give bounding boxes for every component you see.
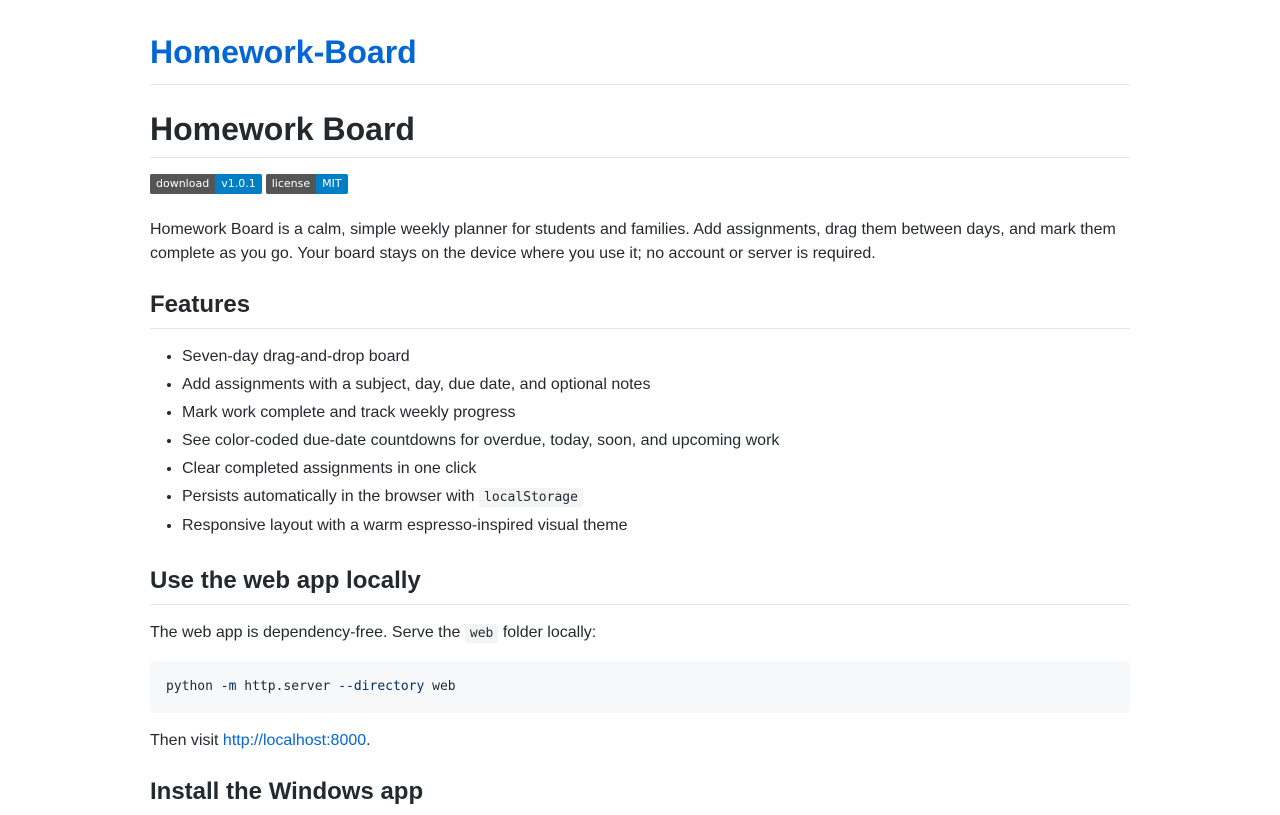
license-badge-label: license <box>265 174 317 194</box>
local-text-after: folder locally: <box>502 624 597 641</box>
command-flag-directory: --directory <box>338 679 425 694</box>
doc-title: Homework Board <box>150 109 1130 158</box>
license-badge[interactable]: license MIT <box>265 174 348 194</box>
localstorage-code: localStorage <box>479 488 583 507</box>
feature-item: Seven-day drag-and-drop board <box>182 345 1130 373</box>
visit-text-before: Then visit <box>150 732 219 749</box>
feature-item: Persists automatically in the browser wi… <box>182 485 1130 514</box>
install-heading: Install the Windows app <box>150 778 424 805</box>
site-title: Homework-Board <box>150 0 1130 85</box>
localhost-link[interactable]: http://localhost:8000 <box>223 732 366 749</box>
license-badge-value: MIT <box>316 174 348 194</box>
web-folder-code: web <box>464 624 499 643</box>
feature-item-text: Persists automatically in the browser wi… <box>182 488 475 505</box>
feature-item: Responsive layout with a warm espresso-i… <box>182 514 1130 542</box>
visit-paragraph: Then visit http://localhost:8000. <box>150 729 1130 753</box>
download-badge-label: download <box>150 174 216 194</box>
command-arg: web <box>432 679 456 694</box>
site-title-link[interactable]: Homework-Board <box>150 34 417 70</box>
feature-item: See color-coded due-date countdowns for … <box>182 429 1130 457</box>
command-code-block[interactable]: python -m http.server --directory web <box>150 661 1130 713</box>
command-flag-m: -m <box>220 679 237 694</box>
command-cmd: python <box>166 679 213 694</box>
features-heading: Features <box>150 290 1130 329</box>
intro-paragraph: Homework Board is a calm, simple weekly … <box>150 221 1116 262</box>
feature-item: Clear completed assignments in one click <box>182 457 1130 485</box>
download-badge-value: v1.0.1 <box>215 174 262 194</box>
local-paragraph: The web app is dependency-free. Serve th… <box>150 621 1130 645</box>
feature-item: Mark work complete and track weekly prog… <box>182 401 1130 429</box>
download-badge[interactable]: download v1.0.1 <box>150 174 262 194</box>
visit-text-after: . <box>366 732 371 749</box>
features-list: Seven-day drag-and-drop board Add assign… <box>150 345 1130 542</box>
command-module: http.server <box>244 679 331 694</box>
badges: download v1.0.1 license MIT <box>150 174 1130 194</box>
local-text-before: The web app is dependency-free. Serve th… <box>150 624 461 641</box>
page: Homework-Board Homework Board download v… <box>150 0 1130 815</box>
feature-item: Add assignments with a subject, day, due… <box>182 373 1130 401</box>
local-heading: Use the web app locally <box>150 566 1130 605</box>
